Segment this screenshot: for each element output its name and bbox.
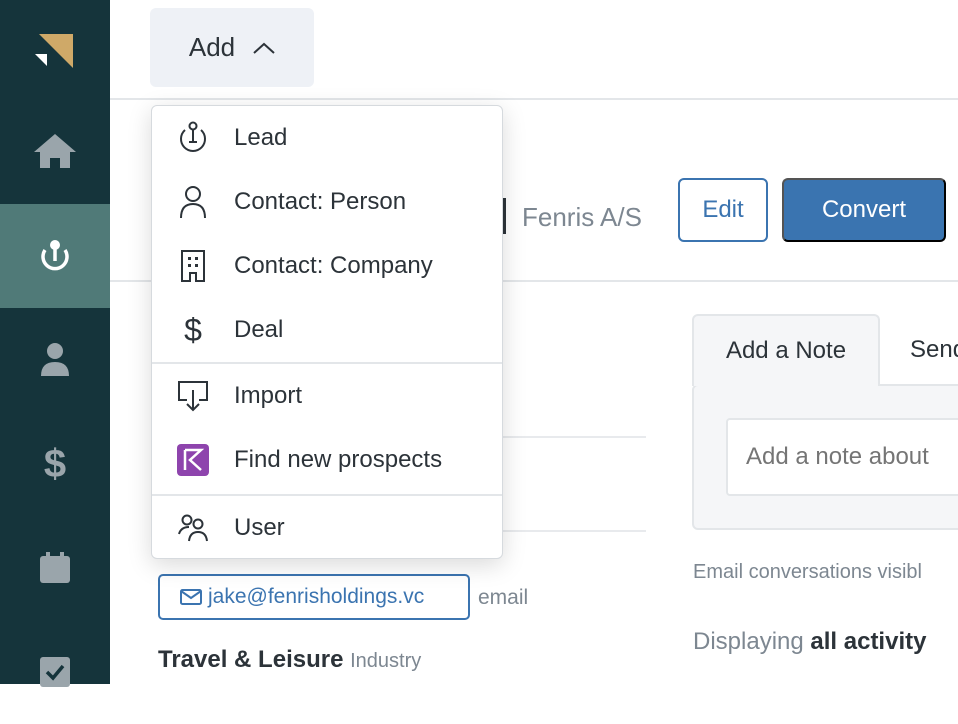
prospects-icon	[177, 444, 209, 476]
edit-button[interactable]: Edit	[678, 178, 768, 242]
menu-item-lead[interactable]: Lead	[152, 106, 502, 170]
chevron-up-icon	[253, 42, 275, 54]
import-icon	[178, 381, 208, 412]
dollar-icon: $	[43, 441, 67, 486]
industry-row: Travel & Leisure Industry	[158, 646, 421, 674]
email-address: jake@fenrisholdings.vc	[208, 585, 425, 608]
logo-icon	[35, 34, 73, 68]
sidebar-item-home[interactable]	[0, 100, 110, 204]
menu-item-contact-company[interactable]: Contact: Company	[152, 234, 502, 298]
company-name[interactable]: Fenris A/S	[522, 202, 642, 233]
sidebar-item-tasks[interactable]	[0, 620, 110, 724]
tab-send[interactable]: Send	[910, 336, 958, 364]
divider	[480, 436, 646, 438]
add-dropdown-menu: Lead Contact: Person Contact: Company $ …	[151, 105, 503, 559]
home-icon	[34, 134, 76, 168]
lead-icon	[41, 240, 69, 271]
note-input[interactable]	[726, 418, 958, 496]
displaying-prefix: Displaying	[693, 628, 804, 655]
industry-value: Travel & Leisure	[158, 646, 344, 673]
sidebar-item-calendar[interactable]	[0, 516, 110, 620]
sidebar-item-leads[interactable]	[0, 204, 110, 308]
top-bar: Add	[110, 0, 958, 100]
divider	[480, 530, 646, 532]
menu-item-find-prospects[interactable]: Find new prospects	[152, 428, 502, 492]
app-logo[interactable]	[0, 0, 110, 104]
menu-item-contact-person[interactable]: Contact: Person	[152, 170, 502, 234]
menu-item-label: Contact: Company	[234, 252, 433, 279]
sidebar-item-deals[interactable]: $	[0, 412, 110, 516]
person-icon	[180, 186, 206, 219]
users-icon	[178, 514, 208, 542]
sidebar: $	[0, 0, 110, 687]
add-label: Add	[188, 32, 236, 62]
tab-add-note[interactable]: Add a Note	[692, 314, 880, 386]
menu-item-label: Find new prospects	[234, 446, 443, 473]
menu-item-import[interactable]: Import	[152, 364, 502, 428]
email-link[interactable]: jake@fenrisholdings.vc	[158, 574, 470, 620]
menu-item-label: Import	[234, 382, 303, 409]
menu-item-user[interactable]: User	[152, 496, 502, 560]
menu-item-label: Deal	[234, 316, 284, 343]
activity-filter-value[interactable]: all activity	[810, 628, 926, 655]
add-button[interactable]: Add	[150, 8, 314, 87]
email-type-label: email	[478, 586, 529, 609]
menu-item-label: User	[234, 514, 285, 541]
convert-button[interactable]: Convert	[782, 178, 946, 242]
email-notice: Email conversations visibl	[693, 561, 922, 583]
menu-item-label: Lead	[234, 124, 288, 151]
person-icon	[41, 343, 69, 376]
calendar-icon	[40, 552, 70, 583]
lead-icon	[180, 121, 206, 152]
mail-icon	[180, 589, 202, 605]
building-icon	[181, 250, 205, 282]
menu-item-deal[interactable]: $ Deal	[152, 298, 502, 362]
industry-label: Industry	[350, 650, 422, 672]
menu-item-label: Contact: Person	[234, 188, 407, 215]
sidebar-item-contacts[interactable]	[0, 308, 110, 412]
activity-filter: Displaying all activity	[693, 628, 926, 656]
dollar-icon: $	[184, 311, 202, 348]
